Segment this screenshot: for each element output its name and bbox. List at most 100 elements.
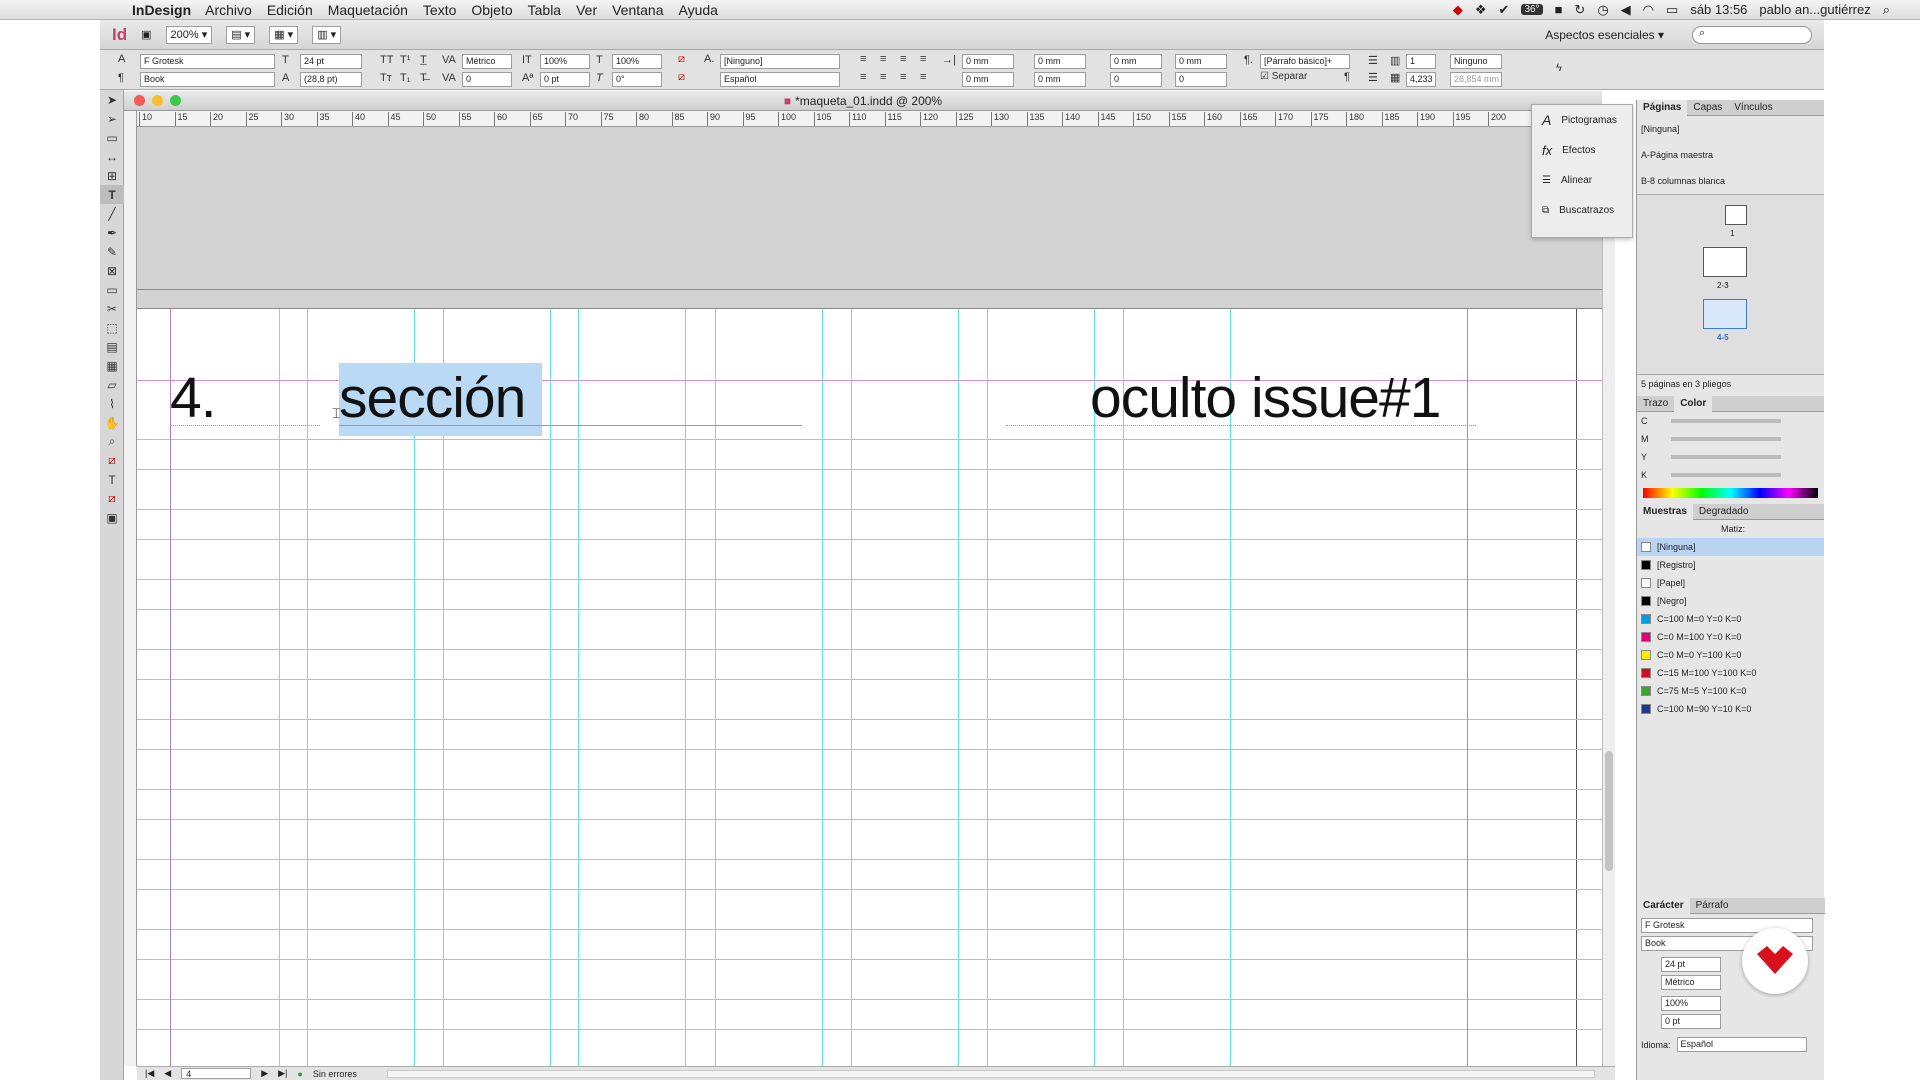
- swatch-item[interactable]: C=15 M=100 Y=100 K=0: [1637, 664, 1824, 682]
- tab-capas[interactable]: Capas: [1687, 100, 1728, 116]
- swatch-item[interactable]: [Negro]: [1637, 592, 1824, 610]
- next-page-icon[interactable]: ▶: [261, 1068, 268, 1079]
- type-tool-icon[interactable]: T: [100, 185, 124, 204]
- small-caps-icon[interactable]: Tт: [380, 72, 392, 84]
- pilcrow-icon[interactable]: ¶: [1344, 71, 1350, 83]
- hyphenate-checkbox[interactable]: ☑ Separar: [1260, 71, 1307, 82]
- clock[interactable]: sáb 13:56: [1690, 2, 1747, 17]
- align-right-icon[interactable]: ≡: [900, 53, 906, 65]
- panel-efectos[interactable]: fx Efectos: [1532, 135, 1632, 165]
- all-caps-icon[interactable]: TT: [380, 54, 393, 66]
- clock-icon[interactable]: ◷: [1597, 2, 1608, 18]
- vertical-scale-field[interactable]: 100%: [540, 54, 590, 69]
- swatch-item[interactable]: [Ninguna]: [1637, 538, 1824, 556]
- content-collector-icon[interactable]: ⊞: [100, 166, 124, 185]
- prev-page-icon[interactable]: ◀: [164, 1068, 171, 1079]
- page-number-field[interactable]: 4: [181, 1068, 252, 1079]
- justify-all-icon[interactable]: ≡: [920, 71, 926, 83]
- last-line-indent-field[interactable]: 0 mm: [1034, 72, 1086, 87]
- char-baseline-field[interactable]: 0 pt: [1661, 1014, 1721, 1029]
- scroll-thumb[interactable]: [1605, 751, 1613, 871]
- bullets-icon[interactable]: ☰: [1368, 54, 1378, 67]
- master-item[interactable]: B-8 columnas blanca: [1637, 168, 1824, 194]
- fill-none-icon[interactable]: ⧄: [678, 53, 685, 66]
- preflight-status[interactable]: Sin errores: [313, 1069, 357, 1079]
- channel-row[interactable]: Y: [1637, 448, 1824, 466]
- display-icon[interactable]: ▭: [1666, 2, 1678, 18]
- vertical-scrollbar[interactable]: [1602, 111, 1615, 1066]
- swatch-item[interactable]: C=0 M=0 Y=100 K=0: [1637, 646, 1824, 664]
- char-scale-field[interactable]: 100%: [1661, 996, 1721, 1011]
- align-left-icon[interactable]: ≡: [860, 53, 866, 65]
- bridge-icon[interactable]: ▣: [141, 28, 151, 41]
- char-size-field[interactable]: 24 pt: [1661, 957, 1721, 972]
- check-icon[interactable]: ✔: [1499, 2, 1510, 18]
- char-language-select[interactable]: Español: [1676, 1037, 1807, 1052]
- tracking-field[interactable]: 0: [462, 72, 512, 87]
- formatting-affects-icon[interactable]: T: [100, 470, 124, 489]
- font-size-field[interactable]: 24 pt: [300, 54, 362, 69]
- kerning-field[interactable]: Métrico: [462, 54, 512, 69]
- fill-stroke-icon[interactable]: ⧄: [100, 451, 124, 470]
- swatch-item[interactable]: [Registro]: [1637, 556, 1824, 574]
- zoom-window-icon[interactable]: [170, 95, 181, 106]
- screen-mode-icon[interactable]: ▣: [100, 508, 124, 527]
- gutter-field[interactable]: 4,233: [1406, 72, 1436, 87]
- direct-selection-tool-icon[interactable]: ➢: [100, 109, 124, 128]
- subscript-icon[interactable]: T₁: [400, 72, 410, 84]
- gradient-feather-tool-icon[interactable]: ▦: [100, 356, 124, 375]
- swatch-item[interactable]: C=75 M=5 Y=100 K=0: [1637, 682, 1824, 700]
- right-indent-field[interactable]: 0 mm: [1034, 54, 1086, 69]
- menu-ventana[interactable]: Ventana: [612, 2, 663, 18]
- panel-alinear[interactable]: ☰ Alinear: [1532, 165, 1632, 195]
- justify-left-icon[interactable]: ≡: [860, 71, 866, 83]
- note-tool-icon[interactable]: ▱: [100, 375, 124, 394]
- columns-field[interactable]: 1: [1406, 54, 1436, 69]
- swatch-item[interactable]: C=100 M=0 Y=0 K=0: [1637, 610, 1824, 628]
- menu-edicion[interactable]: Edición: [267, 2, 313, 18]
- drop-cap-lines-field[interactable]: 0: [1110, 72, 1162, 87]
- char-kerning-field[interactable]: Métrico: [1661, 975, 1721, 990]
- panel-buscatrazos[interactable]: ⧉ Buscatrazos: [1532, 195, 1632, 225]
- horizontal-scale-field[interactable]: 100%: [612, 54, 662, 69]
- sync-icon[interactable]: ↻: [1574, 2, 1585, 18]
- swatch-item[interactable]: [Papel]: [1637, 574, 1824, 592]
- spread-thumb[interactable]: [1703, 247, 1747, 277]
- tab-degradado[interactable]: Degradado: [1693, 504, 1754, 520]
- numbering-icon[interactable]: ☰: [1368, 71, 1378, 84]
- pencil-tool-icon[interactable]: ✎: [100, 242, 124, 261]
- menu-maquetacion[interactable]: Maquetación: [328, 2, 408, 18]
- justify-right-icon[interactable]: ≡: [900, 71, 906, 83]
- underline-icon[interactable]: T̲: [420, 54, 427, 66]
- skew-field[interactable]: 0°: [612, 72, 662, 87]
- section-number-text[interactable]: 4.: [170, 365, 217, 431]
- close-window-icon[interactable]: [134, 95, 145, 106]
- wifi-icon[interactable]: ◠: [1643, 2, 1654, 18]
- tab-paginas[interactable]: Páginas: [1637, 99, 1688, 116]
- line-tool-icon[interactable]: ╱: [100, 204, 124, 223]
- volume-icon[interactable]: ◀: [1621, 2, 1631, 18]
- menu-tabla[interactable]: Tabla: [528, 2, 561, 18]
- strikethrough-icon[interactable]: T̶: [420, 72, 427, 84]
- dropbox-icon[interactable]: ❖: [1475, 2, 1487, 18]
- view-options-select[interactable]: ▤ ▾: [226, 25, 256, 44]
- font-style-select[interactable]: Book: [140, 72, 275, 87]
- free-transform-tool-icon[interactable]: ⬚: [100, 318, 124, 337]
- character-mode-icon[interactable]: A: [118, 53, 125, 65]
- justify-icon[interactable]: ≡: [920, 53, 926, 65]
- eyedropper-tool-icon[interactable]: ⌇: [100, 394, 124, 413]
- app-menu[interactable]: InDesign: [132, 2, 191, 18]
- gap-tool-icon[interactable]: ↔: [100, 147, 124, 166]
- channel-row[interactable]: C: [1637, 412, 1824, 430]
- rectangle-tool-icon[interactable]: ▭: [100, 280, 124, 299]
- pasteboard[interactable]: [137, 127, 1615, 309]
- rectangle-frame-tool-icon[interactable]: ⊠: [100, 261, 124, 280]
- zoom-tool-icon[interactable]: ⌕: [100, 432, 124, 451]
- align-center-icon[interactable]: ≡: [880, 53, 886, 65]
- color-spectrum[interactable]: [1643, 488, 1818, 498]
- leading-field[interactable]: (28,8 pt): [300, 72, 362, 87]
- space-before-field[interactable]: 0 mm: [1110, 54, 1162, 69]
- span-columns-select[interactable]: Ninguno: [1450, 54, 1502, 69]
- drop-cap-chars-field[interactable]: 0: [1175, 72, 1227, 87]
- temperature-badge[interactable]: 36°: [1521, 4, 1543, 15]
